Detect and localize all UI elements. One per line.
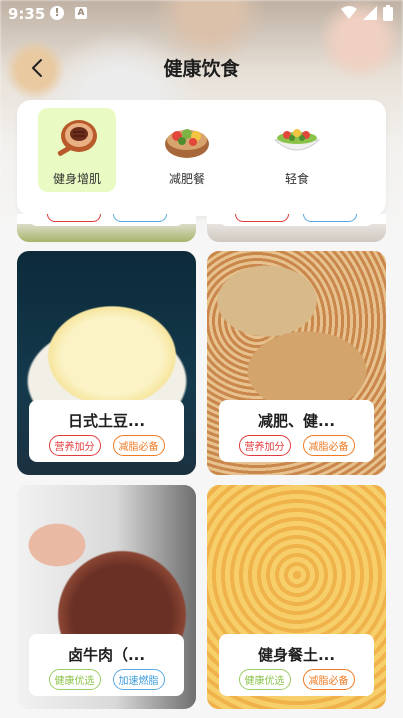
wifi-icon bbox=[341, 6, 357, 19]
card-info-panel bbox=[29, 214, 184, 226]
tag-list: 健康优选 加速燃脂 bbox=[29, 669, 184, 690]
tag-blue bbox=[113, 214, 167, 222]
tag-red bbox=[235, 214, 289, 222]
navigation-bar: 健康饮食 bbox=[0, 44, 403, 88]
card-info-panel: 日式土豆... 营养加分 减脂必备 bbox=[29, 400, 184, 462]
recipe-name: 减肥、健... bbox=[257, 412, 336, 430]
page-title: 健康饮食 bbox=[163, 58, 240, 80]
tag-list: 营养加分 减脂必备 bbox=[29, 435, 184, 456]
tag: 营养加分 bbox=[238, 435, 291, 456]
status-time: 9:35 bbox=[8, 5, 46, 23]
card-info-panel bbox=[219, 214, 374, 226]
category-light-meal[interactable]: 轻食 bbox=[258, 108, 336, 192]
category-label: 健身增肌 bbox=[52, 172, 101, 186]
recipe-name: 健身餐土... bbox=[257, 646, 336, 664]
tag-red bbox=[47, 214, 101, 222]
tag: 减脂必备 bbox=[302, 669, 355, 690]
recipe-card[interactable]: 健身餐土... 健康优选 减脂必备 bbox=[207, 485, 386, 709]
tag-list: 健康优选 减脂必备 bbox=[219, 669, 374, 690]
card-info-panel: 健身餐土... 健康优选 减脂必备 bbox=[219, 634, 374, 696]
card-info-panel: 卤牛肉（... 健康优选 加速燃脂 bbox=[29, 634, 184, 696]
category-label: 减肥餐 bbox=[168, 172, 205, 186]
recipe-name: 日式土豆... bbox=[67, 412, 146, 430]
tag: 加速燃脂 bbox=[112, 669, 165, 690]
status-bar: 9:35 ! A bbox=[0, 0, 403, 28]
list-item[interactable] bbox=[17, 214, 196, 242]
recipe-card[interactable]: 日式土豆... 营养加分 减脂必备 bbox=[17, 251, 196, 475]
tag-list: 营养加分 减脂必备 bbox=[219, 435, 374, 456]
signal-icon bbox=[363, 6, 377, 20]
recipe-name: 卤牛肉（... bbox=[67, 646, 146, 664]
card-info-panel: 减肥、健... 营养加分 减脂必备 bbox=[219, 400, 374, 462]
category-fitness-muscle[interactable]: 健身增肌 bbox=[38, 108, 116, 192]
steak-plate-icon bbox=[57, 120, 97, 156]
category-label: 轻食 bbox=[284, 172, 309, 186]
recipe-card[interactable]: 减肥、健... 营养加分 减脂必备 bbox=[207, 251, 386, 475]
tag: 营养加分 bbox=[48, 435, 101, 456]
salad-bowl-icon bbox=[165, 129, 209, 158]
light-salad-icon bbox=[273, 129, 321, 151]
category-selector: 健身增肌 减肥餐 轻食 bbox=[17, 100, 386, 216]
status-indicators bbox=[341, 5, 393, 21]
category-weight-loss[interactable]: 减肥餐 bbox=[148, 108, 226, 192]
tag: 减脂必备 bbox=[112, 435, 165, 456]
tag: 健康优选 bbox=[238, 669, 291, 690]
battery-icon bbox=[383, 5, 393, 21]
a-notification-icon: A bbox=[75, 7, 87, 19]
tag-blue bbox=[303, 214, 357, 222]
alert-icon: ! bbox=[50, 6, 64, 20]
tag: 减脂必备 bbox=[302, 435, 355, 456]
tag: 健康优选 bbox=[48, 669, 101, 690]
list-item[interactable] bbox=[207, 214, 386, 242]
recipe-card[interactable]: 卤牛肉（... 健康优选 加速燃脂 bbox=[17, 485, 196, 709]
